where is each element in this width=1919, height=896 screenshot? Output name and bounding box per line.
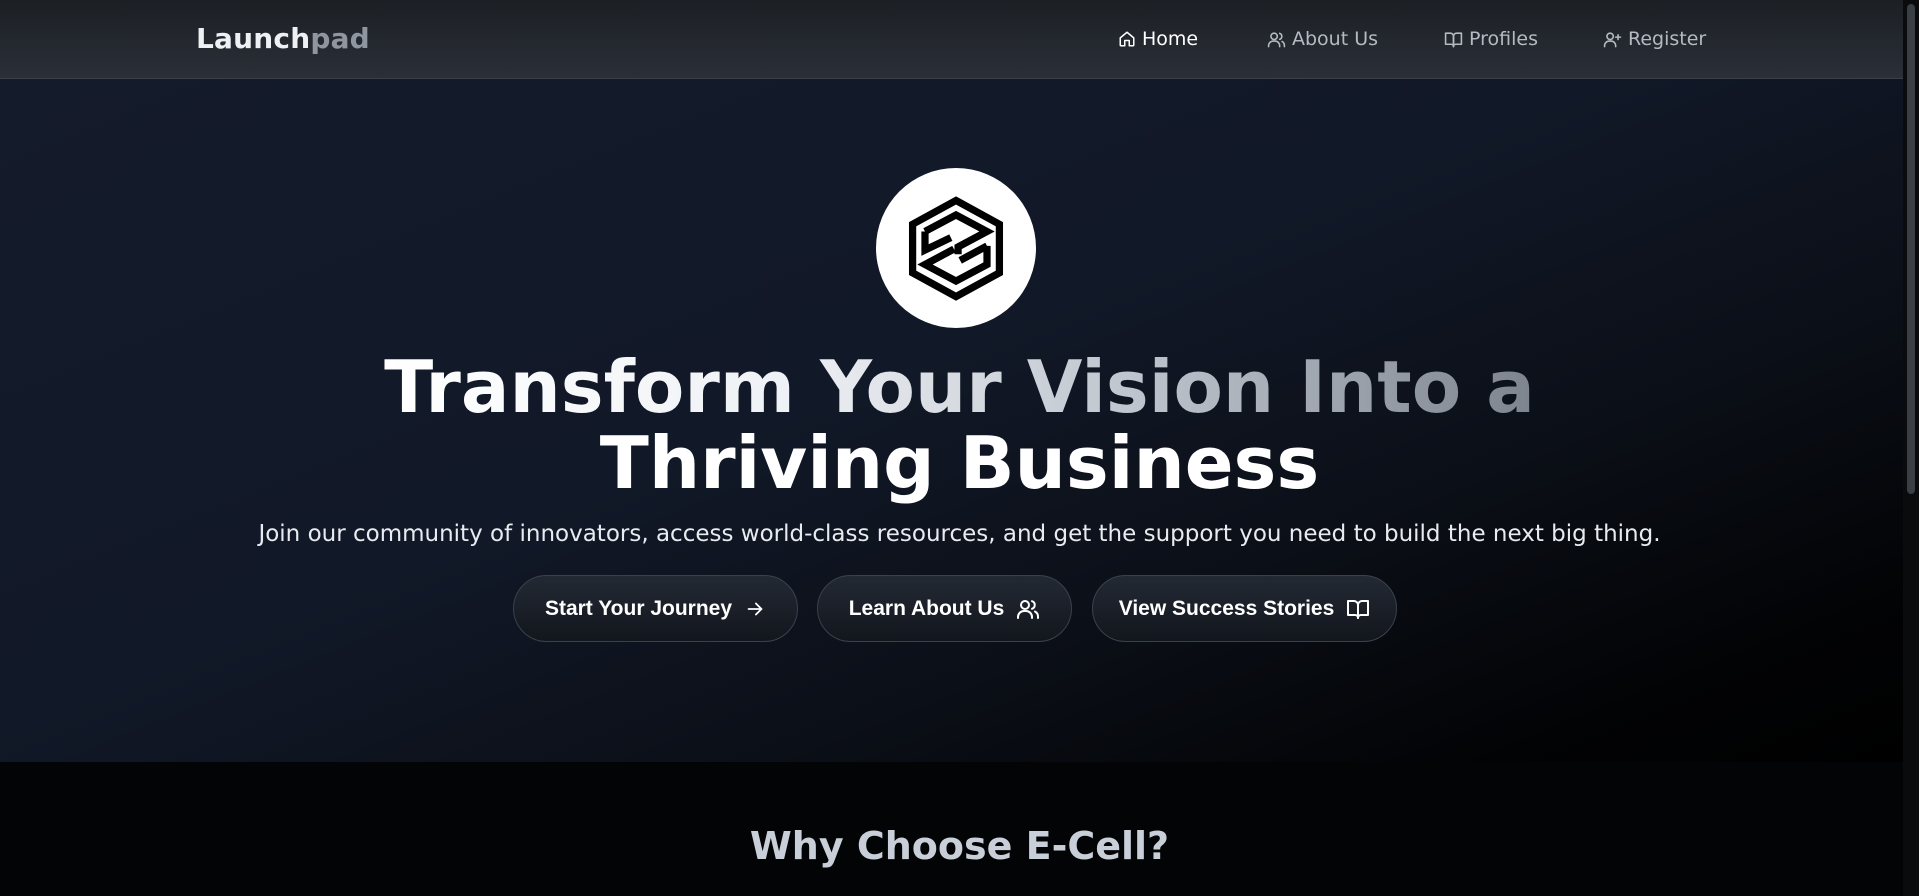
nav-item-label: Register	[1628, 28, 1707, 50]
hero-section: Transform Your Vision Into a Thriving Bu…	[0, 79, 1919, 762]
button-label: View Success Stories	[1118, 596, 1335, 620]
hero-headline-line1: Transform Your Vision Into a	[384, 345, 1535, 429]
nav-item-label: Home	[1142, 28, 1199, 50]
section-title: Why Choose E-Cell?	[749, 824, 1170, 868]
home-icon	[1119, 31, 1135, 47]
arrow-right-icon	[747, 602, 763, 615]
brand-name-part2: pad	[310, 22, 370, 55]
start-your-journey-button[interactable]: Start Your Journey	[513, 575, 798, 642]
nav-item-home[interactable]: Home	[1118, 25, 1198, 53]
hero-headline-line2: Thriving Business	[599, 421, 1320, 505]
nav-item-label: Profiles	[1469, 28, 1538, 50]
nav-item-about-us[interactable]: About Us	[1267, 25, 1378, 53]
users-icon	[1017, 599, 1040, 619]
book-open-icon	[1347, 599, 1370, 619]
scrollbar-thumb[interactable]	[1907, 4, 1915, 494]
navbar: Launchpad Home About Us Profiles Registe…	[0, 0, 1919, 79]
view-success-stories-button[interactable]: View Success Stories	[1092, 575, 1397, 642]
hexagon-z-logo-icon	[908, 196, 1004, 301]
brand-logo[interactable]: Launchpad	[196, 22, 370, 55]
book-open-icon	[1444, 31, 1463, 47]
hero-subtext: Join our community of innovators, access…	[258, 521, 1661, 547]
button-label: Learn About Us	[848, 596, 1005, 620]
nav-item-label: About Us	[1292, 28, 1379, 50]
page-scrollbar[interactable]	[1903, 0, 1919, 896]
hero-headline: Transform Your Vision Into a Thriving Bu…	[0, 349, 1919, 501]
button-label: Start Your Journey	[544, 596, 733, 620]
nav-item-register[interactable]: Register	[1603, 25, 1706, 53]
learn-about-us-button[interactable]: Learn About Us	[817, 575, 1072, 642]
brand-name-part1: Launch	[196, 22, 311, 55]
nav-item-profiles[interactable]: Profiles	[1444, 25, 1538, 53]
hero-logo	[876, 168, 1036, 328]
why-choose-section: Why Choose E-Cell?	[0, 762, 1919, 896]
users-icon	[1267, 31, 1286, 47]
user-plus-icon	[1603, 31, 1622, 47]
